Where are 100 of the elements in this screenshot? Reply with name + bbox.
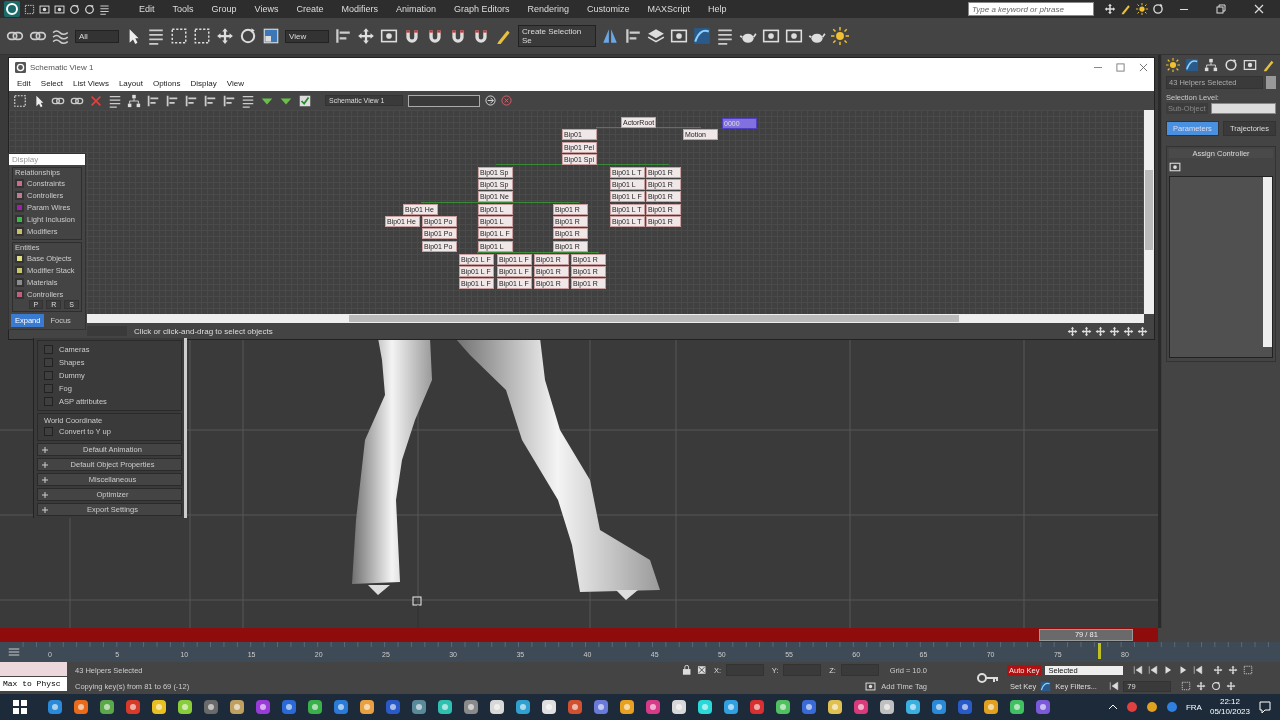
app-icon[interactable] bbox=[437, 699, 453, 715]
app-icon[interactable] bbox=[463, 699, 479, 715]
go-icon[interactable] bbox=[485, 95, 496, 106]
app-icon[interactable] bbox=[125, 699, 141, 715]
menu-item[interactable]: Graph Editors bbox=[444, 4, 519, 14]
app-icon[interactable] bbox=[359, 699, 375, 715]
minimize-icon[interactable] bbox=[1180, 8, 1188, 10]
menu-item[interactable]: Edit bbox=[12, 79, 36, 88]
close-icon[interactable] bbox=[1139, 62, 1148, 72]
color-swatch[interactable] bbox=[15, 178, 24, 188]
scale-icon[interactable] bbox=[262, 27, 280, 45]
menu-item[interactable]: Select bbox=[35, 79, 69, 88]
quick-access-icon[interactable] bbox=[54, 3, 65, 15]
menu-item[interactable]: Views bbox=[245, 4, 288, 14]
curve-editor-icon[interactable] bbox=[693, 27, 711, 45]
app-icon[interactable] bbox=[957, 699, 973, 715]
app-icon[interactable] bbox=[333, 699, 349, 715]
app-icon[interactable] bbox=[983, 699, 999, 715]
app-icon[interactable] bbox=[541, 699, 557, 715]
menu-item[interactable]: MAXScript bbox=[638, 4, 700, 14]
modify-icon[interactable] bbox=[1185, 58, 1200, 72]
quick-access-icon[interactable] bbox=[84, 3, 95, 15]
listener-field[interactable] bbox=[0, 662, 67, 676]
app-icon[interactable] bbox=[645, 699, 661, 715]
app-icon[interactable] bbox=[177, 699, 193, 715]
menu-item[interactable]: List Views bbox=[68, 79, 114, 88]
menu-item[interactable]: Create bbox=[287, 4, 333, 14]
app-icon[interactable] bbox=[515, 699, 531, 715]
app-icon[interactable] bbox=[47, 699, 63, 715]
app-icon[interactable] bbox=[99, 699, 115, 715]
app-icon[interactable] bbox=[749, 699, 765, 715]
app-icon[interactable] bbox=[73, 699, 89, 715]
key-icon[interactable] bbox=[977, 672, 999, 684]
language-indicator[interactable]: FRA bbox=[1185, 702, 1202, 712]
percent-snap-icon[interactable] bbox=[449, 27, 467, 45]
window-crossing-icon[interactable] bbox=[193, 27, 211, 45]
quick-access-icon[interactable] bbox=[69, 3, 80, 15]
menu-item[interactable]: Tools bbox=[163, 4, 203, 14]
references-icon[interactable] bbox=[127, 93, 141, 108]
selection-filter-dropdown[interactable]: All bbox=[75, 29, 119, 43]
tray-icon[interactable] bbox=[1145, 701, 1158, 713]
absolute-mode-icon[interactable] bbox=[696, 665, 706, 675]
bind-icon[interactable] bbox=[52, 27, 70, 45]
align-icon[interactable] bbox=[624, 27, 642, 45]
rectangle-selection-icon[interactable] bbox=[170, 27, 188, 45]
app-icon[interactable] bbox=[801, 699, 817, 715]
app-icon[interactable] bbox=[853, 699, 869, 715]
restore-icon[interactable] bbox=[1216, 4, 1226, 14]
tray-icon[interactable] bbox=[1165, 701, 1178, 713]
menu-item[interactable]: Help bbox=[699, 4, 736, 14]
app-icon[interactable] bbox=[255, 699, 271, 715]
app-icon[interactable] bbox=[723, 699, 739, 715]
menu-item[interactable]: Group bbox=[202, 4, 246, 14]
app-icon[interactable] bbox=[411, 699, 427, 715]
dope-sheet-icon[interactable] bbox=[716, 27, 734, 45]
checkbox[interactable] bbox=[44, 345, 53, 354]
app-icon[interactable] bbox=[593, 699, 609, 715]
app-icon[interactable] bbox=[775, 699, 791, 715]
create-icon[interactable] bbox=[1166, 58, 1180, 72]
playback-icon[interactable] bbox=[1133, 665, 1144, 675]
clock-time[interactable]: 22:12 bbox=[1219, 697, 1240, 707]
quick-access-icon[interactable] bbox=[24, 3, 35, 15]
checkbox[interactable] bbox=[44, 371, 53, 380]
search-field[interactable]: Type a keyword or phrase bbox=[968, 2, 1094, 16]
color-swatch[interactable] bbox=[15, 202, 24, 212]
object-color-swatch[interactable] bbox=[1266, 76, 1276, 89]
tray-icon[interactable] bbox=[1125, 701, 1138, 713]
app-icon[interactable] bbox=[229, 699, 245, 715]
color-swatch[interactable] bbox=[15, 214, 24, 224]
app-icon[interactable] bbox=[281, 699, 297, 715]
layer-icon[interactable] bbox=[647, 27, 665, 45]
checkbox[interactable] bbox=[44, 384, 53, 393]
menu-item[interactable]: Layout bbox=[113, 79, 148, 88]
app-icon[interactable] bbox=[489, 699, 505, 715]
app-icon[interactable] bbox=[307, 699, 323, 715]
clock-date[interactable]: 05/10/2023 bbox=[1209, 707, 1250, 717]
preferences-icon[interactable] bbox=[298, 93, 312, 108]
quick-access-icon[interactable] bbox=[39, 3, 50, 15]
menu-item[interactable]: Edit bbox=[130, 4, 164, 14]
menu-item[interactable]: Customize bbox=[578, 4, 639, 14]
mirror-icon[interactable] bbox=[601, 27, 619, 45]
pan-icon[interactable] bbox=[1067, 325, 1078, 337]
select-by-name-icon[interactable] bbox=[147, 27, 165, 45]
color-swatch[interactable] bbox=[15, 265, 24, 275]
menu-item[interactable]: View bbox=[221, 79, 249, 88]
app-icon[interactable] bbox=[697, 699, 713, 715]
named-selection-dropdown[interactable]: Create Selection Se bbox=[518, 25, 596, 47]
color-swatch[interactable] bbox=[15, 277, 24, 287]
search-dropdown[interactable] bbox=[408, 94, 480, 107]
clear-icon[interactable] bbox=[501, 95, 512, 106]
app-logo-icon[interactable] bbox=[4, 1, 20, 17]
app-icon[interactable] bbox=[385, 699, 401, 715]
app-icon[interactable] bbox=[619, 699, 635, 715]
maxscript-listener[interactable]: Max to Physc bbox=[0, 677, 67, 691]
chevron-up-icon[interactable] bbox=[1107, 702, 1118, 712]
controller-list[interactable] bbox=[1169, 176, 1273, 358]
snap-icon[interactable] bbox=[403, 27, 421, 45]
color-swatch[interactable] bbox=[15, 253, 24, 263]
windows-start-icon[interactable] bbox=[13, 700, 27, 714]
color-swatch[interactable] bbox=[15, 190, 24, 200]
